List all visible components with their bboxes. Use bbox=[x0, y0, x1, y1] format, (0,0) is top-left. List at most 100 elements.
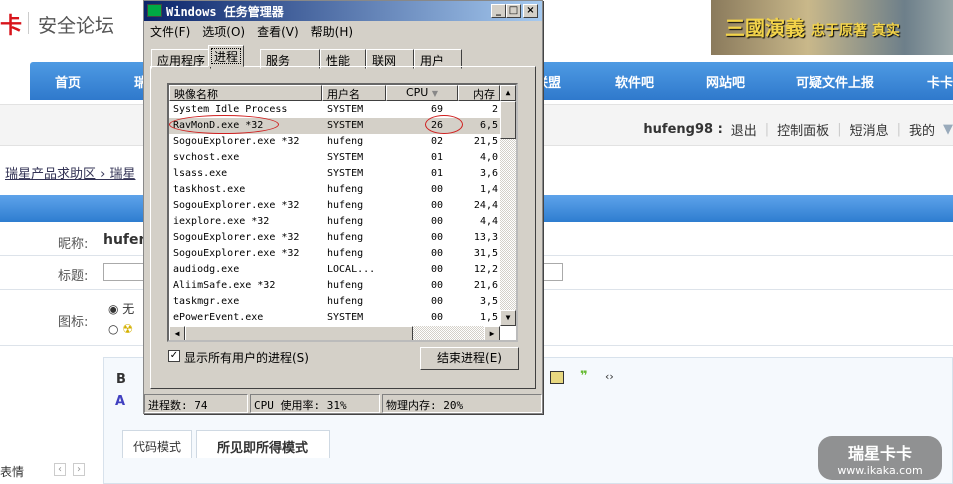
breadcrumb-forum[interactable]: 瑞星产品求助区 bbox=[5, 167, 96, 182]
prev-button[interactable]: ‹ bbox=[54, 463, 66, 476]
process-user: SYSTEM bbox=[327, 152, 364, 163]
chevron-down-icon: ▼ bbox=[943, 122, 953, 137]
process-cpu: 02 bbox=[431, 136, 444, 147]
user-links: hufeng98 : 退出 | 控制面板 | 短消息 | 我的 ▼ bbox=[643, 120, 953, 139]
radiation-icon: ☢ bbox=[122, 322, 134, 336]
menu-view[interactable]: 查看(V) bbox=[257, 23, 299, 40]
title-bar[interactable]: Windows 任务管理器 bbox=[144, 1, 542, 21]
process-row[interactable]: audiodg.exe LOCAL... 00 12,2 bbox=[169, 262, 500, 278]
horizontal-scroll-thumb[interactable] bbox=[185, 326, 413, 340]
image-icon[interactable] bbox=[550, 371, 564, 384]
process-cpu: 00 bbox=[431, 280, 444, 291]
process-memory: 3,6 bbox=[479, 168, 498, 179]
process-name: svchost.exe bbox=[173, 152, 240, 163]
column-image-name[interactable]: 映像名称 bbox=[169, 85, 322, 101]
scroll-left-arrow-icon[interactable]: ◀ bbox=[169, 326, 185, 340]
process-memory: 12,2 bbox=[473, 264, 498, 275]
process-row[interactable]: ePowerEvent.exe SYSTEM 00 1,5 bbox=[169, 310, 500, 326]
next-button[interactable]: › bbox=[73, 463, 85, 476]
close-button[interactable]: × bbox=[523, 4, 538, 18]
annotation-circle-cpu bbox=[425, 115, 463, 134]
process-row[interactable]: iexplore.exe *32 hufeng 00 4,4 bbox=[169, 214, 500, 230]
process-row[interactable]: AliimSafe.exe *32 hufeng 00 21,6 bbox=[169, 278, 500, 294]
minimize-button[interactable]: _ bbox=[491, 4, 506, 18]
process-row[interactable]: svchost.exe SYSTEM 01 4,0 bbox=[169, 150, 500, 166]
maximize-button[interactable]: □ bbox=[506, 4, 521, 18]
radio-none[interactable]: ◉ 无 bbox=[108, 300, 134, 317]
show-all-users-label[interactable]: 显示所有用户的进程(S) bbox=[184, 349, 309, 366]
menu-file[interactable]: 文件(F) bbox=[150, 23, 190, 40]
scroll-down-arrow-icon[interactable]: ▼ bbox=[500, 310, 516, 326]
banner-slogan: 忠于原著 真实 bbox=[811, 23, 900, 39]
logout-link[interactable]: 退出 bbox=[731, 120, 757, 139]
column-cpu[interactable]: CPU ▼ bbox=[386, 85, 458, 101]
column-user-name[interactable]: 用户名 bbox=[322, 85, 386, 101]
process-row[interactable]: SogouExplorer.exe *32 hufeng 00 24,4 bbox=[169, 198, 500, 214]
process-memory: 21,5 bbox=[473, 136, 498, 147]
divider: | bbox=[896, 122, 901, 137]
font-color-icon[interactable]: A bbox=[115, 394, 125, 409]
breadcrumb-subforum[interactable]: 瑞星 bbox=[109, 167, 135, 182]
process-row[interactable]: taskhost.exe hufeng 00 1,4 bbox=[169, 182, 500, 198]
process-cpu: 00 bbox=[431, 200, 444, 211]
process-memory: 3,5 bbox=[479, 296, 498, 307]
watermark-brand: 瑞星卡卡 bbox=[847, 444, 912, 463]
code-icon[interactable]: ‹› bbox=[605, 370, 614, 383]
process-name: ePowerEvent.exe bbox=[173, 312, 264, 323]
process-cpu: 01 bbox=[431, 168, 444, 179]
menu-options[interactable]: 选项(O) bbox=[202, 23, 245, 40]
menu-bar: 文件(F) 选项(O) 查看(V) 帮助(H) bbox=[150, 23, 353, 40]
annotation-circle-process bbox=[169, 115, 279, 134]
tab-processes[interactable]: 进程 bbox=[208, 45, 245, 67]
logo-mark[interactable]: 卡 bbox=[0, 8, 22, 40]
tab-code-mode[interactable]: 代码模式 bbox=[122, 430, 193, 458]
menu-help[interactable]: 帮助(H) bbox=[311, 23, 353, 40]
process-cpu: 00 bbox=[431, 216, 444, 227]
messages-link[interactable]: 短消息 bbox=[850, 120, 889, 139]
process-list[interactable]: 映像名称 用户名 CPU ▼ 内存 System Idle Process SYS… bbox=[167, 83, 518, 342]
process-memory: 31,5 bbox=[473, 248, 498, 259]
process-row[interactable]: taskmgr.exe hufeng 00 3,5 bbox=[169, 294, 500, 310]
process-row[interactable]: SogouExplorer.exe *32 hufeng 00 13,3 bbox=[169, 230, 500, 246]
nav-software[interactable]: 软件吧 bbox=[615, 72, 654, 91]
control-panel-link[interactable]: 控制面板 bbox=[777, 120, 829, 139]
nav-kaka[interactable]: 卡卡 bbox=[927, 72, 953, 91]
nav-upload-suspicious[interactable]: 可疑文件上报 bbox=[796, 72, 874, 91]
column-memory[interactable]: 内存 bbox=[458, 85, 500, 101]
site-title[interactable]: 安全论坛 bbox=[38, 11, 114, 38]
process-name: SogouExplorer.exe *32 bbox=[173, 248, 300, 259]
process-memory: 13,3 bbox=[473, 232, 498, 243]
bold-button[interactable]: B bbox=[116, 372, 126, 387]
ad-banner[interactable]: 三國演義 忠于原著 真实 bbox=[711, 0, 953, 55]
banner-text: 三國演義 bbox=[725, 16, 805, 40]
show-all-users-checkbox[interactable]: ✓ bbox=[168, 350, 180, 362]
process-row[interactable]: SogouExplorer.exe *32 hufeng 00 31,5 bbox=[169, 246, 500, 262]
scroll-right-arrow-icon[interactable]: ▶ bbox=[484, 326, 500, 340]
mine-menu[interactable]: 我的 bbox=[909, 120, 935, 139]
process-cpu: 01 bbox=[431, 152, 444, 163]
icon-label: 图标: bbox=[58, 315, 89, 330]
scroll-up-arrow-icon[interactable]: ▲ bbox=[500, 85, 516, 101]
end-process-button[interactable]: 结束进程(E) bbox=[420, 347, 519, 370]
radio-icon[interactable]: ○ ☢ bbox=[108, 322, 133, 336]
process-cpu: 00 bbox=[431, 296, 444, 307]
process-row[interactable]: lsass.exe SYSTEM 01 3,6 bbox=[169, 166, 500, 182]
process-name: SogouExplorer.exe *32 bbox=[173, 232, 300, 243]
vertical-scroll-thumb[interactable] bbox=[500, 101, 516, 139]
nav-websites[interactable]: 网站吧 bbox=[706, 72, 745, 91]
process-name: taskhost.exe bbox=[173, 184, 246, 195]
process-name: taskmgr.exe bbox=[173, 296, 240, 307]
process-user: hufeng bbox=[327, 136, 364, 147]
quote-icon[interactable]: ❞ bbox=[580, 369, 588, 384]
tab-wysiwyg-mode[interactable]: 所见即所得模式 bbox=[196, 430, 330, 458]
process-memory: 2 bbox=[491, 104, 498, 115]
process-cpu: 00 bbox=[431, 184, 444, 195]
username[interactable]: hufeng98 : bbox=[643, 122, 722, 137]
logo-divider bbox=[28, 12, 29, 34]
process-memory: 21,6 bbox=[473, 280, 498, 291]
process-cpu: 00 bbox=[431, 248, 444, 259]
process-row[interactable]: SogouExplorer.exe *32 hufeng 02 21,5 bbox=[169, 134, 500, 150]
process-cpu: 00 bbox=[431, 264, 444, 275]
nickname-value: hufen bbox=[103, 232, 149, 248]
nav-home[interactable]: 首页 bbox=[55, 72, 81, 91]
